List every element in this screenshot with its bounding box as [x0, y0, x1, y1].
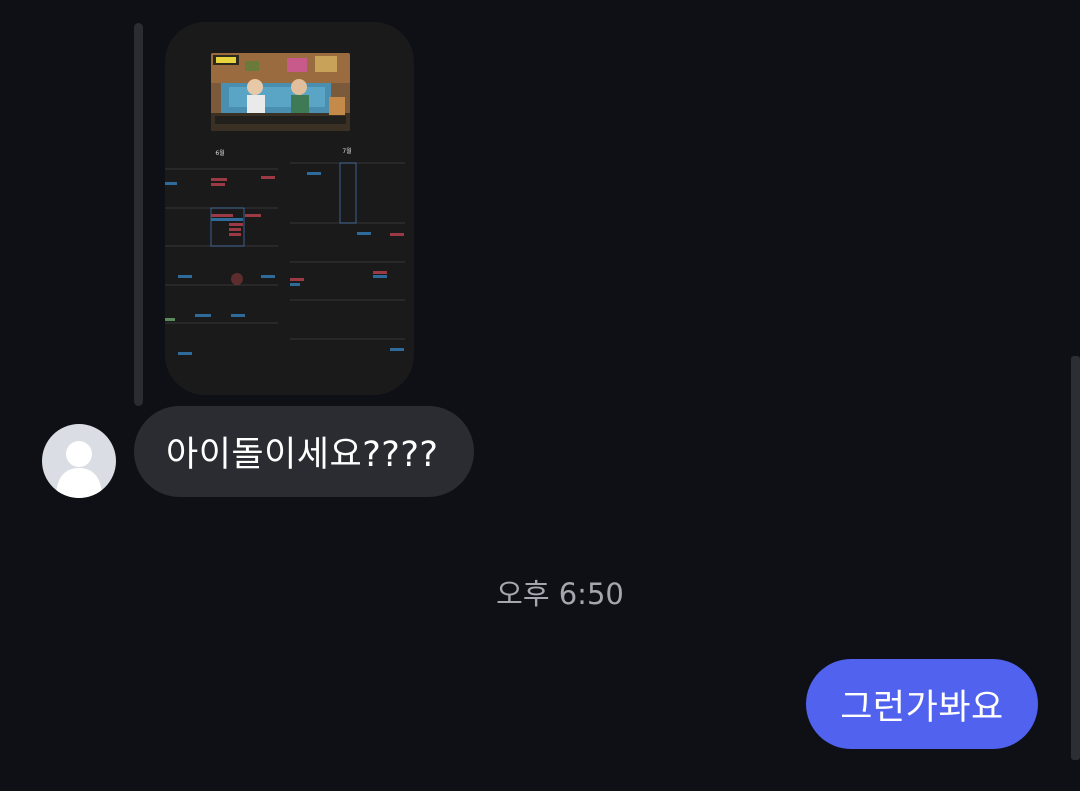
- incoming-message-text: 아이돌이세요????: [166, 435, 439, 475]
- scrollbar-thumb[interactable]: [1071, 356, 1080, 760]
- incoming-message-bubble[interactable]: 아이돌이세요????: [134, 406, 474, 497]
- outgoing-message-text: 그런가봐요: [840, 687, 1004, 728]
- message-timestamp: 오후 6:50: [496, 577, 624, 611]
- calendar-month-july: 7월: [342, 147, 351, 155]
- reply-indicator-bar: [134, 23, 143, 406]
- calendar-month-june: 6월: [215, 149, 224, 157]
- default-profile-icon: [56, 441, 102, 498]
- outgoing-message-bubble[interactable]: 그런가봐요: [806, 659, 1038, 749]
- calendar-preview: 6월 7월: [165, 147, 405, 355]
- shared-image-message[interactable]: 6월 7월: [165, 22, 414, 395]
- sender-avatar[interactable]: [42, 424, 116, 498]
- video-thumbnail-image[interactable]: [211, 53, 350, 131]
